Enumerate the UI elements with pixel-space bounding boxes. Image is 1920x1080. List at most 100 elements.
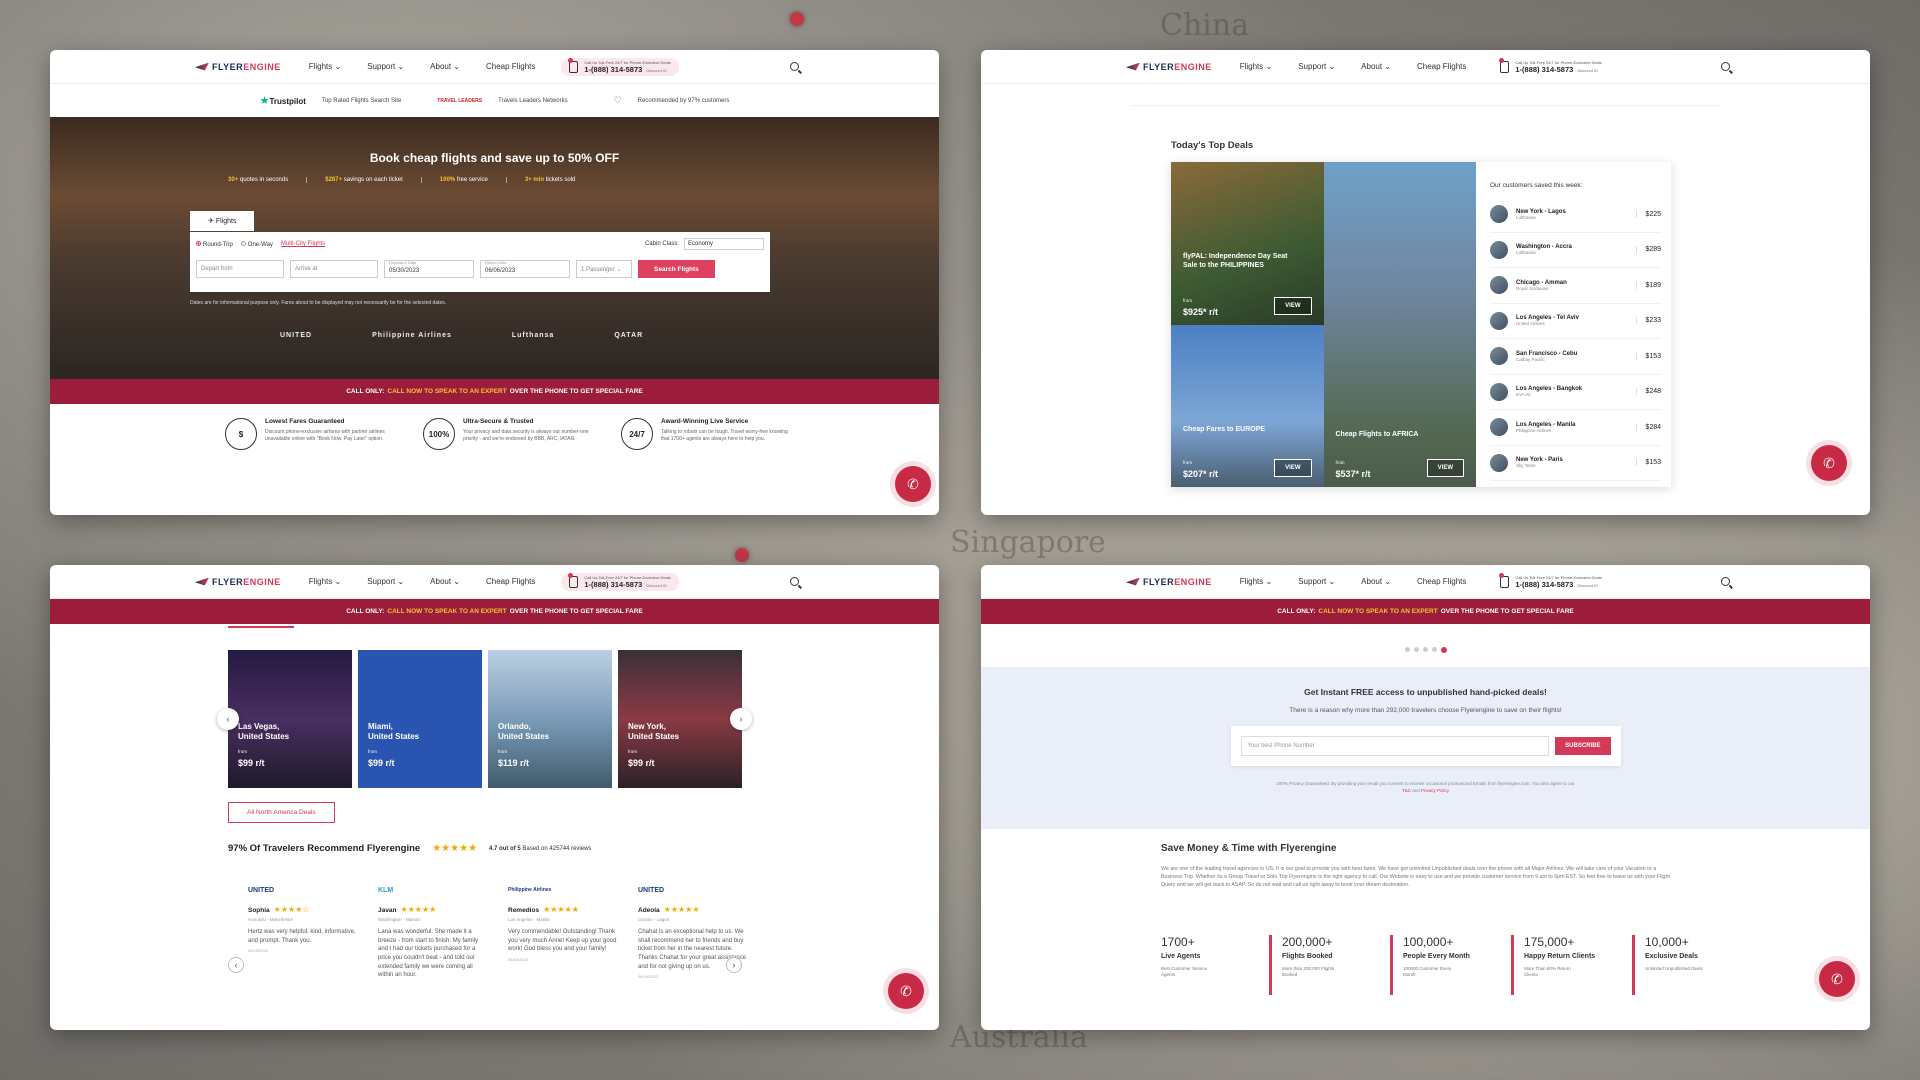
call-fab[interactable]: ✆ xyxy=(895,466,931,502)
map-pin xyxy=(790,12,804,26)
city-thumbnail xyxy=(1490,382,1508,401)
reviews-prev-button[interactable]: ‹ xyxy=(228,957,244,973)
map-label: China xyxy=(1160,8,1250,43)
nav-about[interactable]: About ⌄ xyxy=(1361,577,1391,586)
cabin-class-select[interactable]: Economy xyxy=(684,238,764,250)
newsletter-form: Your best Phone Number SUBSCRIBE xyxy=(1230,726,1621,766)
nav-cheap-flights[interactable]: Cheap Flights xyxy=(1417,577,1466,586)
call-banner[interactable]: CALL ONLY: CALL NOW TO SPEAK TO AN EXPERT… xyxy=(50,379,939,404)
deal-card[interactable]: Cheap Fares to EUROPE from $207* r/t VIE… xyxy=(1171,324,1324,487)
trust-text: Top Rated Flights Search Site xyxy=(321,97,402,104)
nav-cheap-flights[interactable]: Cheap Flights xyxy=(486,62,535,71)
view-button[interactable]: VIEW xyxy=(1426,459,1464,477)
nav-cheap-flights[interactable]: Cheap Flights xyxy=(486,577,535,586)
call-fab[interactable]: ✆ xyxy=(1819,961,1855,997)
divider xyxy=(1269,935,1272,995)
logo[interactable]: FLYER ENGINE xyxy=(195,62,281,72)
carousel-dot-active[interactable] xyxy=(1440,647,1447,653)
destination-card[interactable]: Miami, United States from $99 r/t xyxy=(358,650,482,788)
divider xyxy=(1632,935,1635,995)
tab-flights[interactable]: ✈ Flights xyxy=(190,211,255,231)
call-fab[interactable]: ✆ xyxy=(888,973,924,1009)
search-icon[interactable] xyxy=(790,62,799,71)
carousel-dot[interactable] xyxy=(1404,647,1410,652)
phone-cta[interactable]: Call Us Toll-Free 24/7 for Phone-Exclusi… xyxy=(561,57,679,76)
one-way-radio[interactable]: One-Way xyxy=(240,240,273,248)
view-button[interactable]: VIEW xyxy=(1274,459,1312,477)
feature-item: 100% Ultra-Secure & Trusted Your privacy a… xyxy=(423,418,593,450)
departure-date-input[interactable]: Departure Date 05/30/2023 xyxy=(384,260,474,278)
carousel-next-button[interactable]: › xyxy=(730,708,752,730)
deal-card[interactable]: flyPAL: Independence Day Seat Sale to th… xyxy=(1171,162,1324,325)
carousel-dot[interactable] xyxy=(1422,647,1428,652)
reviews-next-button[interactable]: › xyxy=(726,957,742,973)
list-item[interactable]: Chicago - Amman Royal Jordanian $189 xyxy=(1490,268,1661,304)
terms-link[interactable]: T&C xyxy=(1402,788,1411,793)
phone-icon: ✆ xyxy=(1831,970,1843,987)
call-fab[interactable]: ✆ xyxy=(1811,445,1847,481)
nav-support[interactable]: Support ⌄ xyxy=(1298,62,1335,71)
return-date-input[interactable]: Return Date 06/06/2023 xyxy=(480,260,570,278)
all-deals-button[interactable]: All North America Deals xyxy=(228,802,335,823)
phone-cta[interactable]: Call Us Toll-Free 24/7 for Phone-Exclusi… xyxy=(561,572,679,591)
list-item[interactable]: Los Angeles - Bangkok EVA Air $248 xyxy=(1490,375,1661,410)
city-thumbnail xyxy=(1490,311,1508,330)
passenger-select[interactable]: 1 Passenger ⌄ xyxy=(576,260,632,278)
heart-icon: ♡ xyxy=(613,95,622,105)
nav-about[interactable]: About ⌄ xyxy=(1361,62,1391,71)
carousel-prev-button[interactable]: ‹ xyxy=(217,708,239,730)
top-nav: FLYER ENGINE Flights ⌄ Support ⌄ About ⌄ … xyxy=(981,50,1870,84)
divider xyxy=(1390,935,1393,995)
carousel-dot[interactable] xyxy=(1431,647,1437,652)
nav-about[interactable]: About ⌄ xyxy=(430,577,460,586)
list-item[interactable]: New York - Paris Sky Team $153 xyxy=(1490,446,1661,481)
multi-city-link[interactable]: Multi-City Flights xyxy=(281,241,325,247)
nav-cheap-flights[interactable]: Cheap Flights xyxy=(1417,62,1466,71)
list-item[interactable]: Los Angeles - Manila Philippine Airlines $… xyxy=(1490,410,1661,446)
phone-cta[interactable]: Call Us Toll-Free 24/7 for Phone-Exclusi… xyxy=(1492,57,1609,76)
destination-card[interactable]: Las Vegas, United States from $99 r/t xyxy=(228,650,352,788)
phone-cta[interactable]: Call Us Toll-Free 24/7 for Phone-Exclusi… xyxy=(1492,572,1609,591)
deal-card[interactable]: Cheap Flights to AFRICA from $537* r/t V… xyxy=(1323,162,1476,487)
logo[interactable]: FLYER ENGINE xyxy=(195,577,281,587)
list-item[interactable]: Los Angeles - Tel Aviv United Airlines $23… xyxy=(1490,304,1661,339)
nav-support[interactable]: Support ⌄ xyxy=(367,577,404,586)
search-icon[interactable] xyxy=(1721,577,1730,586)
arrive-at-input[interactable]: Arrive at xyxy=(290,260,378,278)
list-item[interactable]: New York - Lagos Lufthansa $225 xyxy=(1490,197,1661,233)
list-item[interactable]: Washington - Accra Lufthansa $289 xyxy=(1490,233,1661,268)
nav-support[interactable]: Support ⌄ xyxy=(367,62,404,71)
top-nav: FLYER ENGINE Flights ⌄ Support ⌄ About ⌄ … xyxy=(981,565,1870,599)
nav-flights[interactable]: Flights ⌄ xyxy=(1240,62,1273,71)
depart-from-input[interactable]: Depart from xyxy=(196,260,284,278)
screenshot-panel-destinations: FLYER ENGINE Flights ⌄ Support ⌄ About ⌄ … xyxy=(50,565,939,1030)
logo[interactable]: FLYER ENGINE xyxy=(1126,577,1212,587)
nav-flights[interactable]: Flights ⌄ xyxy=(309,577,342,586)
review-card: KLM Javan ★★★★★ Washington - Nairobi Lana wa… xyxy=(378,887,479,979)
star-icon: ★ xyxy=(259,95,270,107)
phone-number-input[interactable]: Your best Phone Number xyxy=(1240,736,1550,756)
call-banner[interactable]: CALL ONLY: CALL NOW TO SPEAK TO AN EXPERT… xyxy=(981,599,1870,624)
destination-card[interactable]: New York, United States from $99 r/t xyxy=(618,650,742,788)
call-banner[interactable]: CALL ONLY: CALL NOW TO SPEAK TO AN EXPERT… xyxy=(50,599,939,624)
phone-number: 1-(888) 314-5873 xyxy=(584,64,643,74)
search-icon[interactable] xyxy=(1721,62,1730,71)
carousel-dot[interactable] xyxy=(1413,647,1419,652)
nav-flights[interactable]: Flights ⌄ xyxy=(309,62,342,71)
reviews: UNITED Sophia ★★★★☆ Honolulu - Manchester He… xyxy=(248,887,748,983)
subscribe-button[interactable]: SUBSCRIBE xyxy=(1555,737,1611,755)
search-flights-button[interactable]: Search Flights xyxy=(638,260,715,278)
privacy-policy-link[interactable]: Privacy Policy xyxy=(1421,788,1449,793)
section-text: We are one of the leading travel agencie… xyxy=(1161,866,1670,889)
destination-card[interactable]: Orlando, United States from $119 r/t xyxy=(488,650,612,788)
nav-flights[interactable]: Flights ⌄ xyxy=(1240,577,1273,586)
round-trip-radio[interactable]: Round-Trip xyxy=(196,240,233,248)
features: $ Lowest Fares Guaranteed Discount phone-e… xyxy=(50,404,939,450)
search-icon[interactable] xyxy=(790,577,799,586)
logo[interactable]: FLYER ENGINE xyxy=(1126,62,1212,72)
view-button[interactable]: VIEW xyxy=(1274,296,1312,315)
nav-about[interactable]: About ⌄ xyxy=(430,62,460,71)
list-item[interactable]: San Francisco - Cebu Cathay Pacific $153 xyxy=(1490,339,1661,375)
hero-stats: 30+ quotes in seconds $287+ savings on e… xyxy=(210,177,593,183)
nav-support[interactable]: Support ⌄ xyxy=(1298,577,1335,586)
